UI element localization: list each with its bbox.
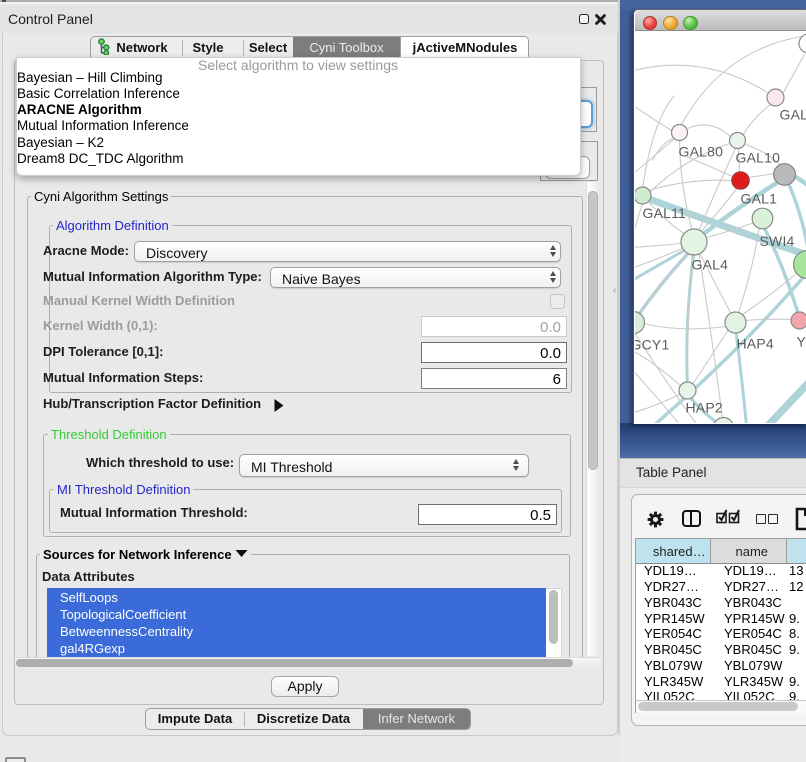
svg-text:GAL80: GAL80 (678, 143, 723, 159)
svg-text:HAP2: HAP2 (685, 399, 722, 415)
svg-text:GCY1: GCY1 (635, 336, 669, 352)
svg-text:Y: Y (796, 333, 806, 349)
svg-text:GAL11: GAL11 (642, 205, 686, 221)
svg-text:GAL10: GAL10 (735, 149, 780, 165)
svg-text:GAL1: GAL1 (740, 190, 777, 206)
svg-text:GAL: GAL (779, 106, 806, 122)
svg-text:SWI4: SWI4 (759, 233, 794, 249)
svg-text:HAP4: HAP4 (736, 335, 773, 351)
svg-text:GAL4: GAL4 (691, 256, 728, 272)
